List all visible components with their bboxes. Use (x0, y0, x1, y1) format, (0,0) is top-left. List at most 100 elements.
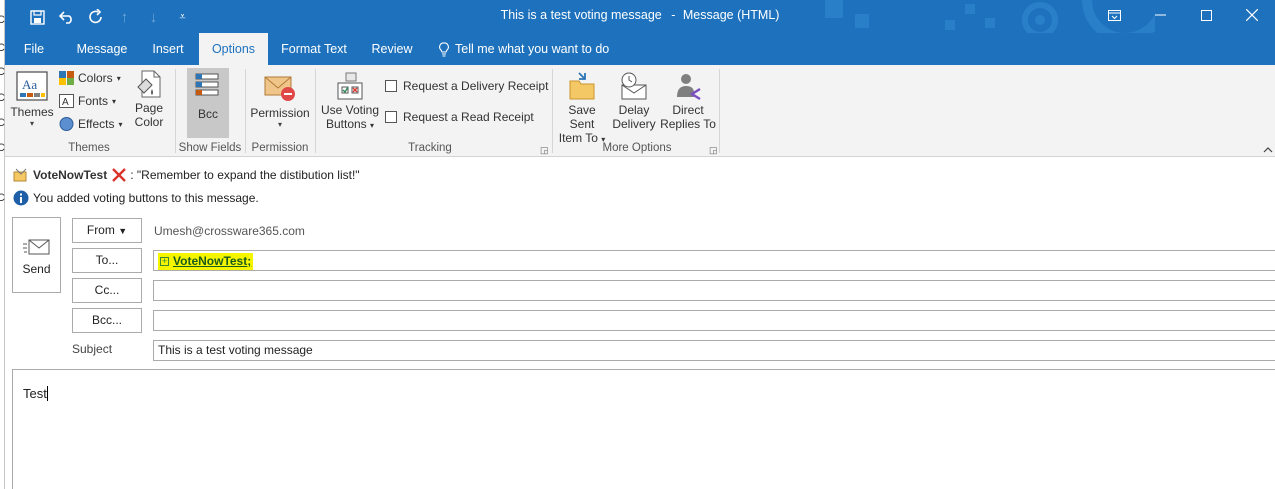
voting-dropdown-icon: ▾ (370, 121, 375, 130)
delay-delivery-button[interactable]: Delay Delivery (609, 69, 659, 141)
window-controls (1091, 0, 1275, 30)
themes-group-label: Themes (68, 142, 110, 154)
colors-dropdown-icon: ▾ (116, 73, 121, 83)
bcc-toggle-button[interactable]: Bcc (187, 68, 229, 138)
effects-button[interactable]: Effects ▾ (59, 117, 122, 131)
cc-button[interactable]: Cc... (72, 278, 142, 303)
use-voting-buttons-button[interactable]: Use Voting Buttons ▾ (318, 69, 382, 141)
group-separator (552, 69, 553, 153)
tab-message[interactable]: Message (73, 33, 131, 65)
ribbon-tabs: File Message Insert Options Format Text … (5, 33, 1275, 65)
permission-button[interactable]: Permission ▾ (247, 69, 313, 141)
voting-icon (337, 72, 363, 100)
body-text-line: Test (23, 386, 48, 401)
tell-me-box[interactable]: Tell me what you want to do (439, 33, 634, 65)
recipient-separator: ; (247, 254, 252, 268)
close-icon[interactable] (1229, 0, 1275, 30)
text-cursor (46, 386, 48, 401)
cc-field[interactable] (153, 280, 1275, 301)
direct-replies-to-button[interactable]: Direct Replies To (659, 69, 717, 141)
tab-format-text[interactable]: Format Text (278, 33, 350, 65)
send-button[interactable]: Send (12, 217, 61, 293)
show-fields-group-label: Show Fields (178, 142, 242, 154)
collapse-ribbon-icon[interactable] (1263, 144, 1273, 156)
lightbulb-icon (439, 41, 449, 56)
read-receipt-checkbox[interactable]: Request a Read Receipt (385, 110, 534, 124)
svg-text:A: A (62, 97, 69, 108)
page-color-icon (137, 70, 161, 98)
tracking-dialog-launcher-icon[interactable]: ◲ (540, 145, 549, 156)
from-label: From (86, 223, 115, 237)
colors-button[interactable]: Colors ▾ (59, 71, 121, 85)
tab-review[interactable]: Review (365, 33, 419, 65)
tab-options[interactable]: Options (199, 33, 268, 65)
read-receipt-label: Request a Read Receipt (403, 110, 534, 124)
page-color-label-2: Color (134, 115, 164, 129)
delay-label-2: Delivery (612, 117, 656, 131)
fonts-icon: A (59, 94, 74, 108)
to-field[interactable]: + VoteNowTest; (153, 250, 1275, 271)
bcc-label: Bcc (197, 107, 218, 121)
themes-icon: Aa (16, 71, 48, 101)
effects-label: Effects (78, 117, 115, 131)
body-text: Test (23, 386, 47, 401)
vote-note-text: : "Remember to expand the distibution li… (130, 168, 360, 182)
page-color-button[interactable]: Page Color (129, 69, 169, 141)
to-button[interactable]: To... (72, 248, 142, 273)
message-window: ↑ ↓ ⩡ This is a test voting message - Me… (5, 0, 1275, 489)
permission-group-label: Permission (251, 142, 309, 154)
direct-label-2: Replies To (660, 117, 716, 131)
expand-group-icon[interactable]: + (160, 257, 169, 266)
ribbon-display-icon[interactable] (1091, 0, 1137, 30)
fonts-label: Fonts (78, 94, 109, 108)
recipient-chip[interactable]: + VoteNowTest; (158, 253, 254, 270)
window-title: This is a test voting message - Message … (5, 8, 1275, 22)
info-icon (13, 190, 29, 206)
save-sent-label-1: Save Sent (568, 103, 596, 131)
minimize-icon[interactable] (1137, 0, 1183, 30)
page-color-label-1: Page (134, 101, 164, 115)
permission-label: Permission (250, 106, 310, 120)
voting-label-2-row: Buttons ▾ (318, 117, 382, 131)
save-sent-folder-icon (569, 72, 595, 100)
more-options-group-label: More Options (602, 142, 672, 154)
group-separator (315, 69, 316, 153)
permission-dropdown-icon: ▾ (277, 120, 282, 129)
bcc-button[interactable]: Bcc... (72, 308, 142, 333)
message-body[interactable]: Test (12, 369, 1275, 489)
tell-me-label: Tell me what you want to do (455, 41, 610, 56)
more-options-dialog-launcher-icon[interactable]: ◲ (709, 145, 718, 156)
colors-label: Colors (78, 71, 113, 85)
voting-notice-bar: You added voting buttons to this message… (13, 190, 259, 206)
title-app: Message (HTML) (682, 8, 780, 22)
from-button[interactable]: From ▼ (72, 218, 142, 243)
voting-info-bar: VoteNowTest : "Remember to expand the di… (13, 168, 360, 182)
themes-button[interactable]: Aa Themes ▾ (9, 69, 55, 141)
effects-dropdown-icon: ▾ (118, 119, 123, 129)
delivery-receipt-box[interactable] (385, 80, 397, 92)
delay-label-1: Delay (618, 103, 650, 117)
effects-icon (59, 117, 74, 131)
fonts-button[interactable]: A Fonts ▾ (59, 94, 116, 108)
options-ribbon: Aa Themes ▾ Colors ▾ A Fonts ▾ Effects ▾ (5, 65, 1275, 157)
delivery-receipt-checkbox[interactable]: Request a Delivery Receipt (385, 79, 548, 93)
maximize-icon[interactable] (1183, 0, 1229, 30)
direct-replies-icon (677, 74, 701, 101)
remove-x-icon[interactable] (112, 168, 127, 182)
title-bar: ↑ ↓ ⩡ This is a test voting message - Me… (5, 0, 1275, 33)
tracking-group-label: Tracking (408, 142, 452, 154)
subject-field[interactable]: This is a test voting message (153, 340, 1275, 361)
themes-label: Themes (10, 105, 54, 119)
from-dropdown-icon: ▼ (118, 226, 128, 236)
read-receipt-box[interactable] (385, 111, 397, 123)
group-separator (719, 69, 720, 153)
tab-file[interactable]: File (13, 33, 55, 65)
bcc-field[interactable] (153, 310, 1275, 331)
group-separator (175, 69, 176, 153)
voting-note-icon (13, 168, 27, 182)
from-address: Umesh@crossware365.com (154, 224, 305, 238)
save-sent-item-button[interactable]: Save Sent Item To ▾ (555, 69, 609, 145)
title-separator: - (671, 8, 676, 22)
group-separator (245, 69, 246, 153)
tab-insert[interactable]: Insert (145, 33, 191, 65)
